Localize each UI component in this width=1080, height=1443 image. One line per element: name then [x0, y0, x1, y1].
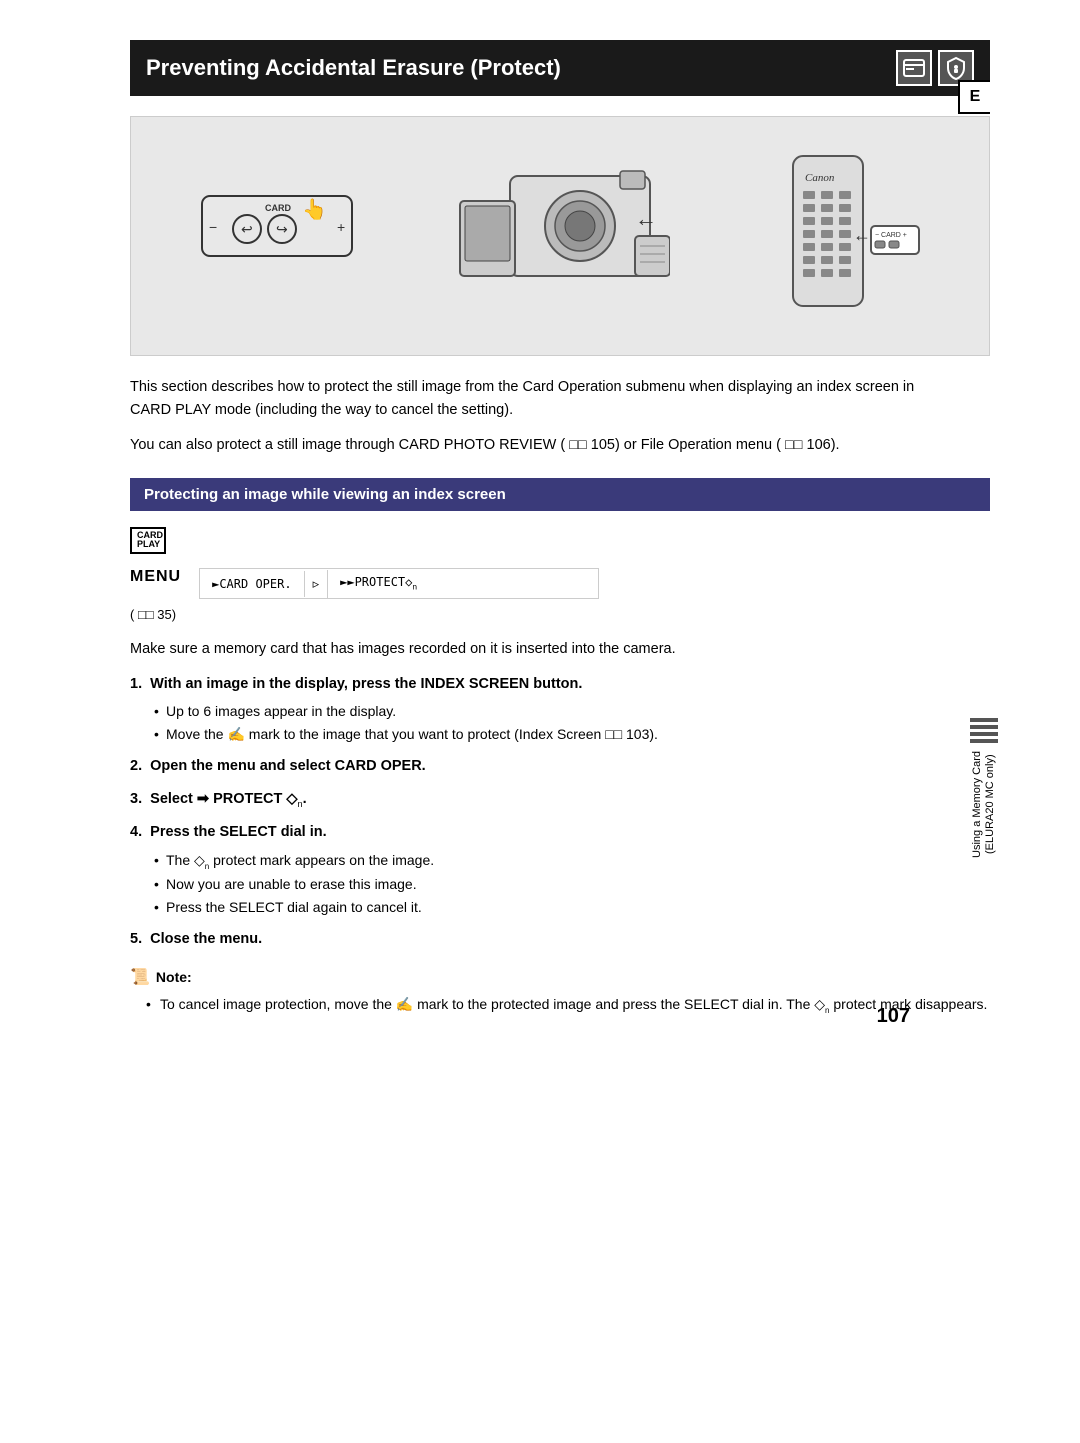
- step-2: 2. Open the menu and select CARD OPER.: [130, 755, 990, 778]
- diagram-area: CARD − ↩ ↪ + 👆: [130, 116, 990, 356]
- svg-text:− CARD +: − CARD +: [875, 232, 907, 239]
- card-control-svg: CARD − ↩ ↪ + 👆: [197, 186, 357, 286]
- note-section: 📜 Note: To cancel image protection, move…: [130, 967, 990, 1018]
- step-4-bullet-3: Press the SELECT dial again to cancel it…: [154, 896, 990, 918]
- note-bullets: To cancel image protection, move the ✍ m…: [146, 993, 990, 1018]
- step-1: 1. With an image in the display, press t…: [130, 673, 990, 745]
- page-title: Preventing Accidental Erasure (Protect): [146, 55, 561, 81]
- svg-text:−: −: [209, 219, 217, 235]
- menu-left: MENU: [130, 568, 189, 586]
- menu-arrow-mid: ▹: [305, 570, 329, 598]
- step-3-title: 3. Select ➡ PROTECT ◇n.: [130, 791, 307, 807]
- remote-control-svg: Canon: [763, 146, 923, 326]
- note-label: Note:: [156, 969, 192, 985]
- menu-container: MENU ►CARD OPER. ▹ ►►PROTECT◇n: [130, 568, 990, 602]
- menu-note: ( □□ 35): [130, 607, 990, 622]
- step-1-title: 1. With an image in the display, press t…: [130, 676, 582, 692]
- menu-row: ►CARD OPER. ▹ ►►PROTECT◇n: [199, 568, 599, 598]
- step-1-bullets: Up to 6 images appear in the display. Mo…: [154, 700, 990, 745]
- section-header: Protecting an image while viewing an ind…: [130, 478, 990, 511]
- step-4-bullets: The ◇n protect mark appears on the image…: [154, 849, 990, 918]
- step-4-bullet-1: The ◇n protect mark appears on the image…: [154, 849, 990, 874]
- card-icon: [896, 50, 932, 86]
- body-para-1: This section describes how to protect th…: [130, 376, 950, 422]
- card-play-badge: CARD PLAY: [130, 527, 166, 555]
- svg-text:↩: ↩: [241, 221, 253, 237]
- card-play-line1: CARD: [137, 530, 163, 540]
- note-title: 📜 Note:: [130, 967, 990, 987]
- side-label-text: Using a Memory Card(ELURA20 MC only): [971, 751, 997, 858]
- step-4-bullet-2: Now you are unable to erase this image.: [154, 873, 990, 895]
- make-sure-text: Make sure a memory card that has images …: [130, 638, 950, 661]
- step-1-bullet-2: Move the ✍ mark to the image that you wa…: [154, 723, 990, 745]
- svg-text:CARD: CARD: [265, 203, 291, 213]
- note-icon: 📜: [130, 967, 150, 987]
- menu-card-oper: ►CARD OPER.: [200, 571, 304, 597]
- svg-text:←: ←: [853, 225, 871, 245]
- menu-protect: ►►PROTECT◇n: [328, 569, 429, 597]
- tab-e: E: [958, 80, 990, 114]
- svg-text:↪: ↪: [276, 221, 288, 237]
- note-bullet-1: To cancel image protection, move the ✍ m…: [146, 993, 990, 1018]
- card-play-line2: PLAY: [137, 539, 160, 549]
- step-5-title: 5. Close the menu.: [130, 931, 262, 947]
- svg-text:👆: 👆: [302, 197, 327, 221]
- menu-label: MENU: [130, 568, 181, 586]
- step-2-title: 2. Open the menu and select CARD OPER.: [130, 758, 426, 774]
- steps-container: 1. With an image in the display, press t…: [130, 673, 990, 951]
- step-5: 5. Close the menu.: [130, 928, 990, 951]
- camera-illustration: CARD − ↩ ↪ + 👆: [151, 137, 969, 335]
- step-1-bullet-1: Up to 6 images appear in the display.: [154, 700, 990, 722]
- svg-text:Canon: Canon: [805, 172, 835, 184]
- step-4: 4. Press the SELECT dial in. The ◇n prot…: [130, 821, 990, 918]
- step-4-title: 4. Press the SELECT dial in.: [130, 824, 327, 840]
- camera-body-svg: ←: [450, 146, 670, 326]
- step-3: 3. Select ➡ PROTECT ◇n.: [130, 788, 990, 811]
- tab-e-label: E: [970, 88, 981, 105]
- page-number: 107: [877, 1005, 910, 1028]
- svg-text:+: +: [337, 219, 345, 235]
- body-para-2: You can also protect a still image throu…: [130, 434, 950, 457]
- title-bar: Preventing Accidental Erasure (Protect): [130, 40, 990, 96]
- svg-text:←: ←: [635, 206, 657, 231]
